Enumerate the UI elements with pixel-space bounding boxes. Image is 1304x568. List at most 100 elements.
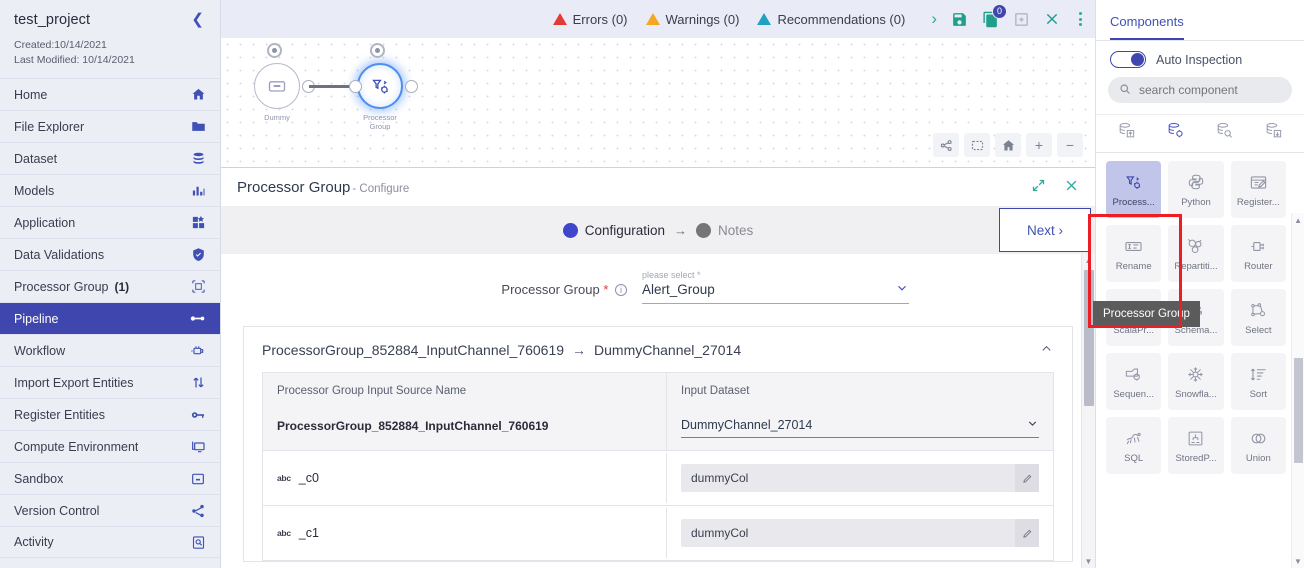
pencil-icon[interactable] <box>1015 519 1039 547</box>
components-grid: Process... Python Register... Rename Reparti… <box>1096 153 1304 568</box>
component-select[interactable]: Select <box>1230 289 1286 346</box>
sidebar-item-models[interactable]: Models <box>0 174 220 206</box>
bar-chart-icon <box>191 183 206 198</box>
node-output-port[interactable] <box>405 80 418 93</box>
kebab-menu-icon[interactable] <box>1074 12 1087 26</box>
layout-icon[interactable] <box>933 133 959 157</box>
next-button[interactable]: Next › <box>999 208 1091 252</box>
auto-inspection-toggle[interactable] <box>1110 51 1146 68</box>
mapping-table: Processor Group Input Source Name Proces… <box>262 372 1054 561</box>
chevron-down-icon[interactable] <box>1026 417 1039 433</box>
scrollbar-thumb[interactable] <box>1294 358 1303 463</box>
column-value-box[interactable]: dummyCol <box>681 519 1039 547</box>
save-icon[interactable] <box>951 11 968 28</box>
sidebar-item-label: Import Export Entities <box>14 375 134 390</box>
auto-inspection-label: Auto Inspection <box>1156 52 1243 67</box>
chevron-down-icon[interactable] <box>895 281 909 298</box>
scrollbar-thumb[interactable] <box>1084 270 1094 406</box>
pencil-icon[interactable] <box>1015 464 1039 492</box>
chevron-right-icon[interactable]: › <box>931 9 937 29</box>
column-value-box[interactable]: dummyCol <box>681 464 1039 492</box>
select-control[interactable]: Alert_Group <box>642 281 909 304</box>
node-input-port[interactable] <box>349 80 362 93</box>
channel-mapping-header[interactable]: ProcessorGroup_852884_InputChannel_76061… <box>244 327 1072 372</box>
sidebar-header: test_project ❮ <box>0 0 220 32</box>
sidebar-item-home[interactable]: Home <box>0 78 220 110</box>
configure-title-text: Processor Group <box>237 178 351 196</box>
column-name: _c0 <box>298 471 319 485</box>
component-sort[interactable]: Sort <box>1230 353 1286 410</box>
chevron-left-icon[interactable]: ❮ <box>189 12 206 27</box>
sidebar-item-pipeline[interactable]: Pipeline <box>0 302 220 335</box>
component-union[interactable]: Union <box>1230 417 1286 474</box>
sidebar-item-import-export-entities[interactable]: Import Export Entities <box>0 366 220 398</box>
close-icon[interactable] <box>1064 178 1079 197</box>
errors-indicator[interactable]: Errors (0) <box>552 12 628 27</box>
zoom-in-icon[interactable]: + <box>1026 133 1052 157</box>
configure-header-icons <box>1031 178 1079 197</box>
column-name: _c1 <box>298 526 319 540</box>
triangle-down-icon[interactable]: ▼ <box>1085 557 1093 566</box>
component-storedp[interactable]: StoredP... <box>1168 417 1224 474</box>
input-dataset-value: DummyChannel_27014 <box>681 418 813 432</box>
sidebar-item-processor-group[interactable]: Processor Group (1) <box>0 270 220 302</box>
component-rename[interactable]: Rename <box>1106 225 1162 282</box>
expand-icon[interactable] <box>1031 178 1046 197</box>
triangle-up-icon[interactable]: ▲ <box>1294 216 1302 225</box>
sidebar-item-dataset[interactable]: Dataset <box>0 142 220 174</box>
mapping-column-rows: abc _c0 dummyCol abc _c1 dummyCol <box>263 451 1053 561</box>
component-sql[interactable]: SQL <box>1106 417 1162 474</box>
snowflake-icon <box>1186 363 1205 385</box>
canvas-node-dummy[interactable]: Dummy <box>254 43 315 122</box>
dataset-transform-icon[interactable] <box>1166 121 1185 145</box>
components-scrollbar[interactable]: triangle-up-icon ▼ <box>1291 213 1304 568</box>
canvas-node-processor-group[interactable]: Processor Group <box>349 43 418 132</box>
component-snowfla[interactable]: Snowfla... <box>1168 353 1224 410</box>
sidebar-item-sandbox[interactable]: Sandbox <box>0 462 220 494</box>
component-python[interactable]: Python <box>1168 161 1224 218</box>
recommendations-indicator[interactable]: Recommendations (0) <box>757 12 905 27</box>
dataset-source-icon[interactable] <box>1117 121 1136 145</box>
chevron-up-icon[interactable] <box>1039 341 1054 359</box>
input-dataset-select[interactable]: DummyChannel_27014 <box>681 417 1039 438</box>
dataset-sink-icon[interactable] <box>1264 121 1283 145</box>
sidebar-item-register-entities[interactable]: Register Entities <box>0 398 220 430</box>
sidebar-item-workflow[interactable]: Workflow <box>0 334 220 366</box>
select-hint-label: please select * <box>642 270 701 280</box>
component-register[interactable]: Register... <box>1230 161 1286 218</box>
zoom-out-icon[interactable]: − <box>1057 133 1083 157</box>
component-process[interactable]: Process... <box>1106 161 1162 218</box>
copy-icon[interactable]: 0 <box>982 3 1007 28</box>
table-row: abc _c0 dummyCol <box>263 451 1053 506</box>
tab-components[interactable]: Components <box>1110 14 1184 40</box>
mapping-col1: Processor Group Input Source Name Proces… <box>263 373 667 450</box>
alerts-group: Errors (0) Warnings (0) Recommendations … <box>552 12 905 27</box>
sidebar-item-activity[interactable]: Activity <box>0 526 220 559</box>
select-box-icon[interactable] <box>964 133 990 157</box>
sidebar-item-version-control[interactable]: Version Control <box>0 494 220 526</box>
component-sequen[interactable]: Sequen... <box>1106 353 1162 410</box>
sidebar-item-compute-environment[interactable]: Compute Environment <box>0 430 220 462</box>
component-router[interactable]: Router <box>1230 225 1286 282</box>
sort-icon <box>1249 363 1268 385</box>
sidebar-item-application[interactable]: Application <box>0 206 220 238</box>
step-configuration[interactable]: Configuration <box>562 222 665 238</box>
info-icon[interactable]: i <box>615 284 627 296</box>
triangle-up-icon[interactable]: ▲ <box>1085 256 1093 265</box>
dataset-inspect-icon[interactable] <box>1215 121 1234 145</box>
pipeline-canvas[interactable]: Dummy Processor Group + − <box>221 38 1095 168</box>
sidebar-item-file-explorer[interactable]: File Explorer <box>0 110 220 142</box>
close-icon[interactable] <box>1044 11 1060 27</box>
warnings-indicator[interactable]: Warnings (0) <box>645 12 739 27</box>
add-panel-icon[interactable] <box>1013 11 1030 28</box>
sidebar-item-label: Pipeline <box>14 311 59 326</box>
step-notes[interactable]: Notes <box>696 222 753 238</box>
home-icon[interactable] <box>995 133 1021 157</box>
search-input[interactable] <box>1139 83 1281 97</box>
component-repartiti[interactable]: Repartiti... <box>1168 225 1224 282</box>
processor-group-select[interactable]: please select * Alert_Group <box>642 270 909 304</box>
sidebar-item-data-validations[interactable]: Data Validations <box>0 238 220 270</box>
triangle-down-icon[interactable]: ▼ <box>1294 557 1302 566</box>
search-component-box[interactable] <box>1108 77 1292 103</box>
database-icon <box>191 151 206 166</box>
